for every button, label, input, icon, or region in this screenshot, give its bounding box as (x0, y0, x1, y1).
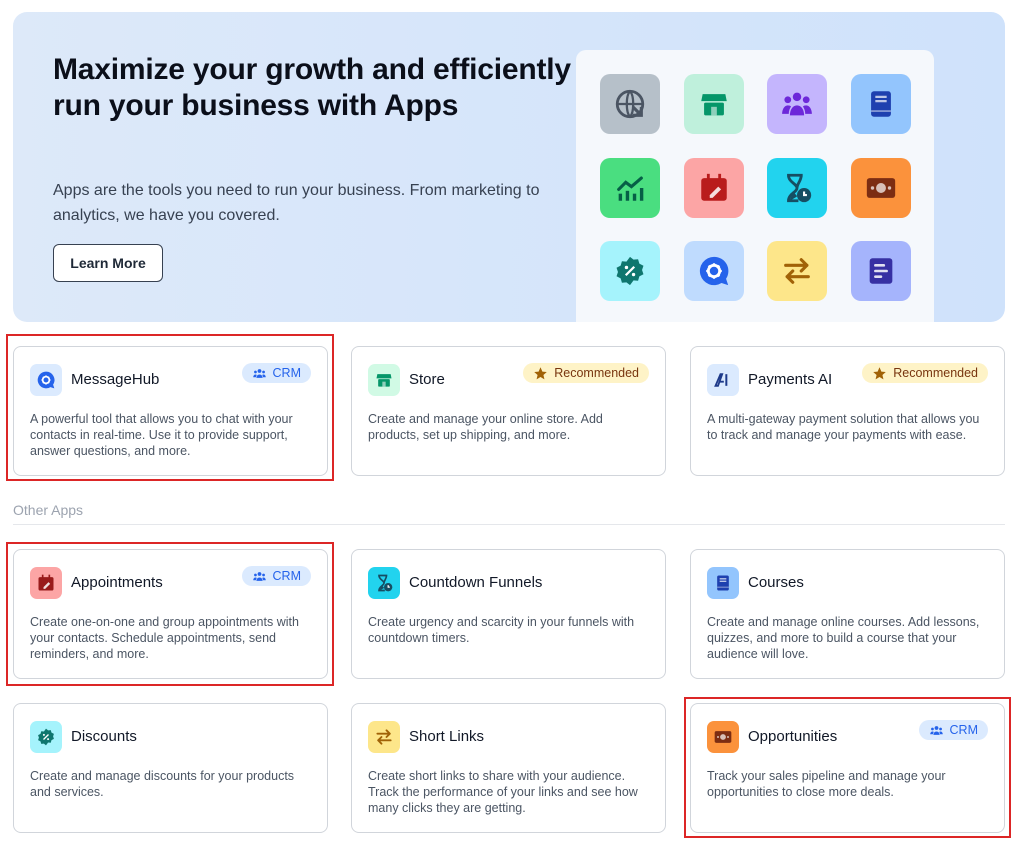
calendar-edit-icon (684, 158, 744, 218)
app-card-messagehub[interactable]: MessageHub CRM A powerful tool that allows… (13, 346, 328, 476)
app-description: Create short links to share with your au… (368, 769, 638, 815)
app-description: A multi-gateway payment solution that al… (707, 412, 980, 442)
app-name: Discounts (71, 728, 137, 745)
money-bill-icon (851, 158, 911, 218)
app-description: Track your sales pipeline and manage you… (707, 769, 946, 799)
recommended-badge: Recommended (862, 363, 988, 383)
star-icon (872, 366, 887, 381)
app-description: Create and manage online courses. Add le… (707, 615, 980, 661)
recommended-badge: Recommended (523, 363, 649, 383)
app-name: Payments AI (748, 371, 833, 388)
calendar-edit-icon (30, 567, 62, 599)
app-name: Courses (748, 574, 804, 591)
star-icon (533, 366, 548, 381)
app-name: MessageHub (71, 371, 160, 388)
book-icon (851, 74, 911, 134)
document-lines-icon (851, 241, 911, 301)
message-gear-icon (684, 241, 744, 301)
app-description: Create urgency and scarcity in your funn… (368, 615, 635, 645)
message-gear-icon (30, 364, 62, 396)
people-group-icon (767, 74, 827, 134)
crm-badge: CRM (918, 720, 988, 740)
app-name: Opportunities (748, 728, 838, 745)
app-description: A powerful tool that allows you to chat … (30, 412, 293, 458)
book-icon (707, 567, 739, 599)
app-description: Create and manage discounts for your pro… (30, 769, 295, 799)
badge-label: Recommended (893, 366, 978, 380)
discount-badge-icon (30, 721, 62, 753)
swap-arrows-icon (368, 721, 400, 753)
app-name: Appointments (71, 574, 163, 591)
crm-people-icon (929, 723, 944, 738)
crm-people-icon (252, 569, 267, 584)
app-card-discounts[interactable]: Discounts Create and manage discounts for… (13, 703, 328, 833)
swap-arrows-icon (767, 241, 827, 301)
crm-people-icon (252, 366, 267, 381)
hero-description: Apps are the tools you need to run your … (53, 182, 540, 224)
hero-banner: Maximize your growth and efficiently run… (13, 12, 1005, 322)
app-card-store[interactable]: Store Recommended Create and manage your o… (351, 346, 666, 476)
app-name: Store (409, 371, 445, 388)
hourglass-clock-icon (368, 567, 400, 599)
discount-badge-icon (600, 241, 660, 301)
badge-label: Recommended (554, 366, 639, 380)
app-card-opportunities[interactable]: Opportunities CRM Track your sales pipelin… (690, 703, 1005, 833)
app-icons-panel (576, 50, 934, 322)
crm-badge: CRM (241, 566, 311, 586)
badge-label: CRM (272, 569, 301, 583)
badge-label: CRM (949, 723, 978, 737)
app-card-appointments[interactable]: Appointments CRM Create one-on-one and gro… (13, 549, 328, 679)
store-icon (368, 364, 400, 396)
ai-logo-icon (707, 364, 739, 396)
store-icon (684, 74, 744, 134)
crm-badge: CRM (241, 363, 311, 383)
hero-title: Maximize your growth and efficiently run… (53, 53, 571, 122)
badge-label: CRM (272, 366, 301, 380)
chart-trend-icon (600, 158, 660, 218)
globe-arrow-icon (600, 74, 660, 134)
app-card-countdown-funnels[interactable]: Countdown Funnels Create urgency and scar… (351, 549, 666, 679)
app-card-courses[interactable]: Courses Create and manage online courses.… (690, 549, 1005, 679)
app-card-payments-ai[interactable]: Payments AI Recommended A multi-gateway pa… (690, 346, 1005, 476)
other-apps-label: Other Apps (13, 502, 84, 518)
learn-more-button[interactable]: Learn More (53, 244, 163, 282)
app-name: Countdown Funnels (409, 574, 543, 591)
app-description: Create and manage your online store. Add… (368, 412, 603, 442)
hourglass-clock-icon (767, 158, 827, 218)
app-description: Create one-on-one and group appointments… (30, 615, 299, 661)
money-bill-icon (707, 721, 739, 753)
app-card-short-links[interactable]: Short Links Create short links to share w… (351, 703, 666, 833)
section-divider (13, 524, 1005, 525)
app-name: Short Links (409, 728, 485, 745)
